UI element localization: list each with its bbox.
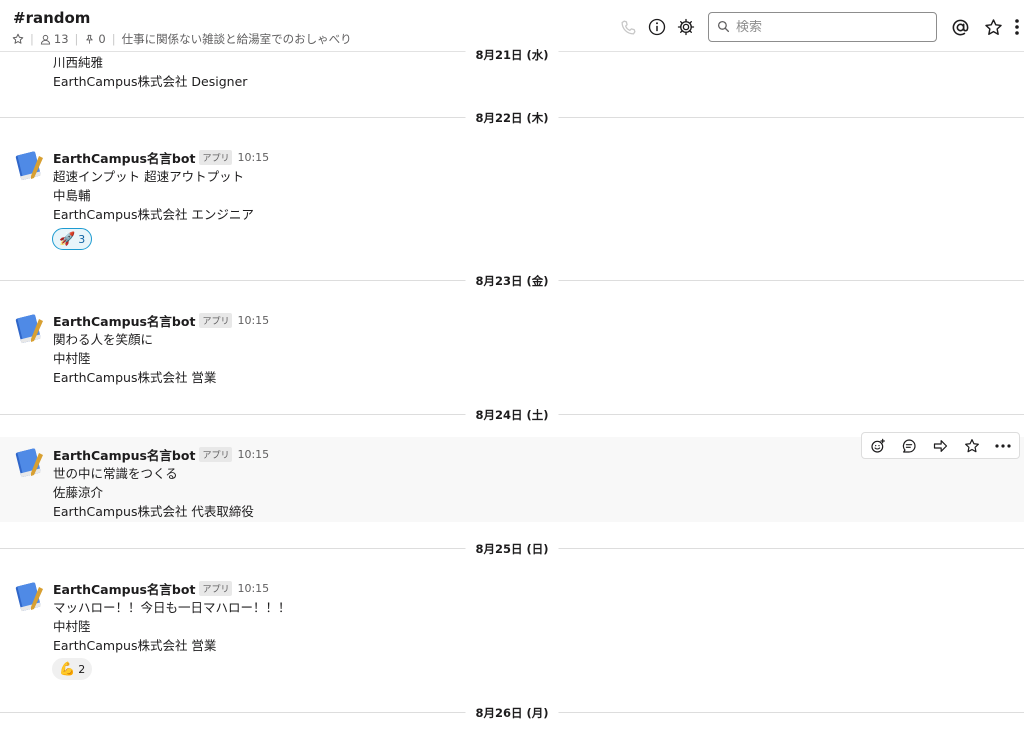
app-badge: アプリ (199, 150, 233, 165)
channel-name[interactable]: #random (13, 9, 90, 27)
starred-items-icon[interactable] (983, 17, 1003, 37)
message-text-line: EarthCampus株式会社 営業 (53, 370, 217, 385)
sender-name[interactable]: EarthCampus名言bot (53, 579, 195, 598)
bot-avatar[interactable] (12, 445, 46, 479)
reaction-muscle[interactable]: 💪 2 (52, 658, 93, 680)
more-vertical-icon[interactable] (1011, 17, 1023, 37)
bot-avatar[interactable] (12, 148, 46, 182)
app-badge: アプリ (199, 581, 233, 596)
more-actions-button[interactable] (988, 433, 1019, 458)
pin-count[interactable]: 0 (98, 32, 105, 46)
message[interactable]: EarthCampus名言bot アプリ 10:15 超速インプット 超速アウト… (0, 140, 1024, 260)
search-icon (717, 18, 730, 37)
add-reaction-icon (871, 438, 885, 453)
book-icon (15, 314, 43, 344)
gear-icon[interactable] (676, 17, 696, 37)
message-text-line: 川西純雅 (53, 55, 104, 70)
message-text-line: EarthCampus株式会社 Designer (53, 74, 248, 89)
channel-header: #random | 13 | 0 | 仕事に関係ない雑談と給湯室でのおしゃべり (0, 0, 1024, 52)
info-icon[interactable] (647, 17, 667, 37)
message-text-line: マッハロー！！今日も一日マハロー！！！ (53, 600, 291, 615)
reaction-rocket[interactable]: 🚀 3 (52, 228, 93, 250)
add-reaction-button[interactable] (862, 433, 893, 458)
book-icon (15, 582, 43, 612)
channel-topic[interactable]: 仕事に関係ない雑談と給湯室でのおしゃべり (122, 31, 352, 47)
sender-name[interactable]: EarthCampus名言bot (53, 148, 195, 167)
reply-thread-button[interactable] (893, 433, 924, 458)
share-message-button[interactable] (925, 433, 956, 458)
message-timestamp[interactable]: 10:15 (237, 151, 269, 164)
reaction-count: 2 (78, 662, 86, 676)
star-icon (964, 438, 979, 452)
star-message-button[interactable] (956, 433, 987, 458)
message[interactable]: EarthCampus名言bot アプリ 10:15 関わる人を笑顔に 中村陸 … (0, 303, 1024, 393)
book-icon (15, 151, 43, 181)
book-icon (15, 448, 43, 478)
share-arrow-icon (933, 439, 948, 452)
sender-name[interactable]: EarthCampus名言bot (53, 311, 195, 330)
member-icon[interactable] (40, 34, 51, 45)
message-actions-toolbar (861, 432, 1020, 459)
message-text-line: 中村陸 (53, 351, 91, 366)
bot-avatar[interactable] (12, 579, 46, 613)
message-text-line: 中村陸 (53, 619, 91, 634)
star-icon[interactable] (12, 33, 24, 45)
call-icon[interactable] (618, 17, 638, 37)
message-timestamp[interactable]: 10:15 (237, 314, 269, 327)
app-badge: アプリ (199, 447, 233, 462)
channel-meta: | 13 | 0 | 仕事に関係ない雑談と給湯室でのおしゃべり (12, 31, 352, 47)
rocket-icon: 🚀 (59, 231, 76, 247)
message-text-line: EarthCampus株式会社 エンジニア (53, 207, 254, 222)
day-divider-label[interactable]: 8月25日 (日) (465, 541, 559, 557)
member-count[interactable]: 13 (54, 32, 69, 46)
app-badge: アプリ (199, 313, 233, 328)
message-text-line: EarthCampus株式会社 代表取締役 (53, 504, 254, 519)
reaction-count: 3 (78, 232, 86, 246)
search-box[interactable] (708, 12, 937, 42)
day-divider-label[interactable]: 8月22日 (木) (465, 110, 559, 126)
message-text-line: 佐藤涼介 (53, 485, 104, 500)
message-text-line: 中島輔 (53, 188, 91, 203)
day-divider-label[interactable]: 8月26日 (月) (465, 705, 559, 721)
message-text-line: EarthCampus株式会社 営業 (53, 638, 217, 653)
message-text-line: 世の中に常識をつくる (53, 466, 178, 481)
more-horizontal-icon (995, 443, 1011, 448)
mentions-icon[interactable] (950, 17, 970, 37)
message[interactable]: EarthCampus名言bot アプリ 10:15 マッハロー！！今日も一日マ… (0, 571, 1024, 691)
day-divider-label[interactable]: 8月23日 (金) (465, 273, 559, 289)
day-divider-label[interactable]: 8月24日 (土) (465, 407, 559, 423)
day-divider-label[interactable]: 8月21日 (水) (465, 47, 559, 63)
message-text-line: 関わる人を笑顔に (53, 332, 154, 347)
message-text-line: 超速インプット 超速アウトプット (53, 169, 245, 184)
message-timestamp[interactable]: 10:15 (237, 448, 269, 461)
sender-name[interactable]: EarthCampus名言bot (53, 445, 195, 464)
search-input[interactable] (736, 19, 926, 35)
bot-avatar[interactable] (12, 311, 46, 345)
message-timestamp[interactable]: 10:15 (237, 582, 269, 595)
pin-icon[interactable] (84, 34, 95, 45)
muscle-icon: 💪 (59, 661, 76, 677)
thread-icon (902, 438, 916, 453)
